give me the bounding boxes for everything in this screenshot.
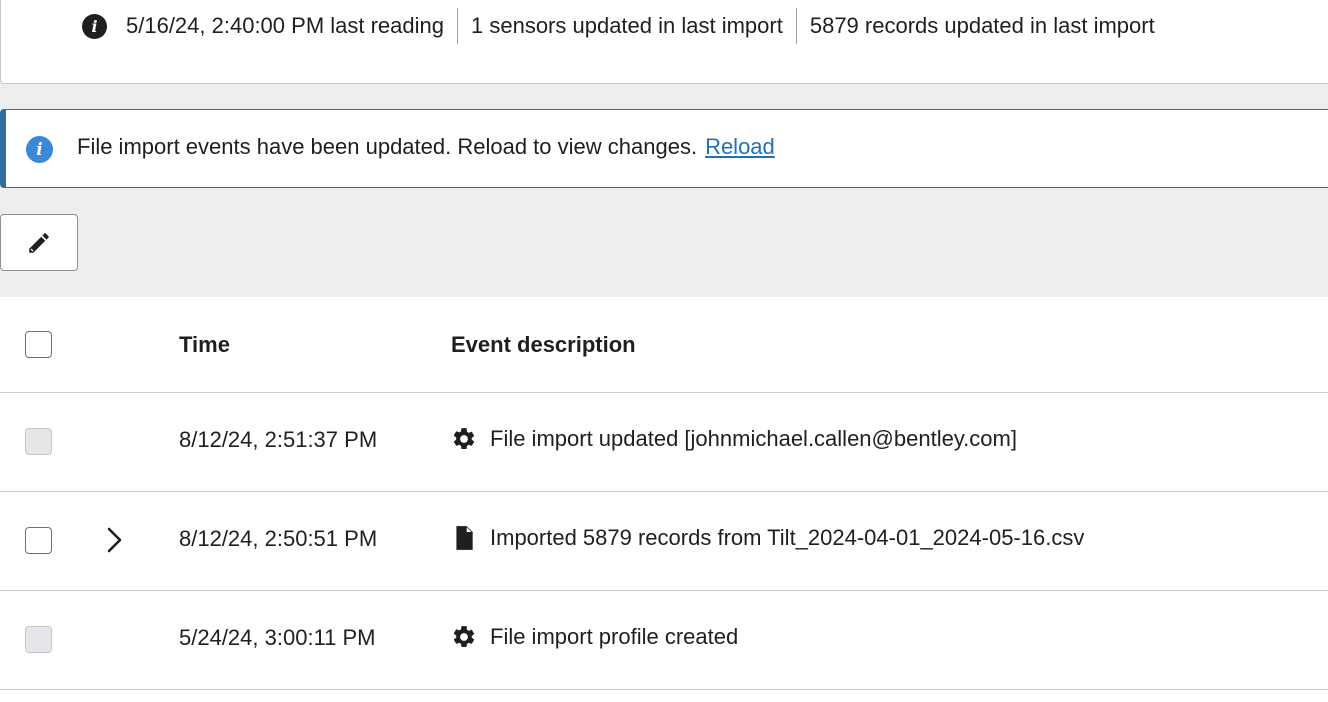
table-row[interactable]: 5/24/24, 3:00:11 PM File import profile …: [0, 591, 1328, 690]
event-description-text: Imported 5879 records from Tilt_2024-04-…: [490, 525, 1085, 550]
events-table: Time Event description 8/12/24, 2:51:37 …: [0, 297, 1328, 702]
file-icon: [456, 526, 473, 550]
last-reading-text: 5/16/24, 2:40:00 PM last reading: [126, 13, 444, 38]
records-updated-text: 5879 records updated in last import: [809, 13, 1155, 38]
update-banner: i File import events have been updated. …: [0, 109, 1328, 188]
gear-icon: [453, 626, 475, 647]
reload-link[interactable]: Reload: [705, 134, 775, 159]
column-header-event-description[interactable]: Event description: [451, 332, 636, 358]
column-header-time[interactable]: Time: [179, 332, 230, 358]
edit-button[interactable]: [0, 214, 78, 271]
event-description: File import updated [johnmichael.callen@…: [451, 426, 1017, 452]
table-header-row: Time Event description: [0, 297, 1328, 393]
banner-message-text: File import events have been updated. Re…: [77, 134, 698, 159]
event-time: 8/12/24, 2:50:51 PM: [179, 526, 378, 551]
event-time: 8/12/24, 2:51:37 PM: [179, 427, 378, 452]
event-time: 5/24/24, 3:00:11 PM: [179, 625, 376, 650]
import-summary-card: i 5/16/24, 2:40:00 PM last reading 1 sen…: [0, 0, 1328, 84]
info-icon: i: [26, 136, 53, 163]
info-icon: i: [82, 13, 107, 39]
sensors-updated-text: 1 sensors updated in last import: [471, 13, 783, 38]
import-summary-row: i 5/16/24, 2:40:00 PM last reading 1 sen…: [82, 8, 1155, 44]
event-description-text: File import profile created: [490, 624, 739, 649]
event-description-text: File import updated [johnmichael.callen@…: [490, 426, 1017, 451]
banner-message: File import events have been updated. Re…: [77, 134, 775, 160]
divider: [795, 8, 797, 44]
event-description: File import profile created: [451, 624, 738, 650]
row-checkbox[interactable]: [25, 527, 52, 554]
select-all-checkbox[interactable]: [25, 331, 52, 358]
table-row[interactable]: 8/12/24, 2:50:51 PM Imported 5879 record…: [0, 492, 1328, 591]
chevron-right-icon[interactable]: [104, 526, 126, 554]
table-row[interactable]: 8/12/24, 2:51:37 PM File import updated …: [0, 393, 1328, 492]
row-checkbox: [25, 428, 52, 455]
gear-icon: [453, 428, 475, 449]
divider: [457, 8, 458, 44]
pencil-icon: [29, 232, 49, 253]
row-checkbox: [25, 626, 52, 653]
event-description: Imported 5879 records from Tilt_2024-04-…: [451, 525, 1084, 551]
